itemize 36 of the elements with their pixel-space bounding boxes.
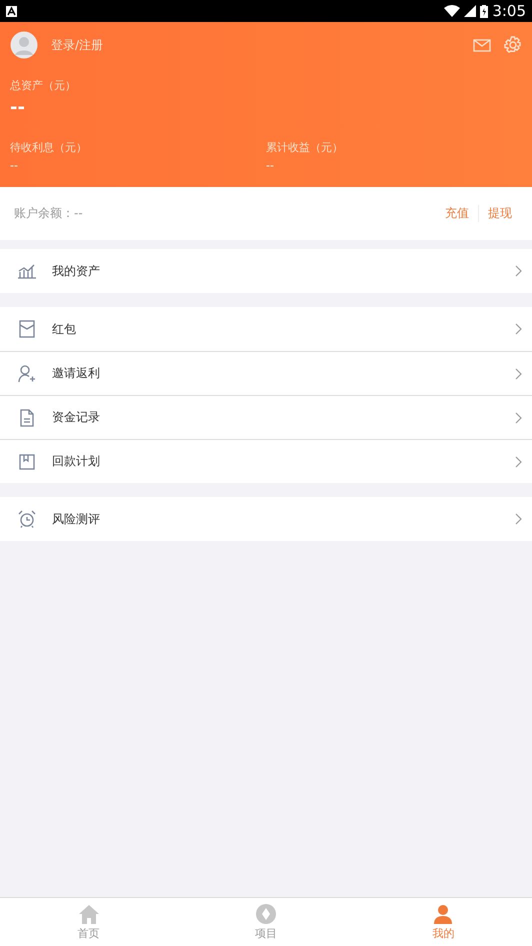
coin-icon [256,904,276,924]
person-add-icon [18,364,36,382]
alarm-clock-icon [18,510,36,528]
account-balance: 账户余额：-- [14,205,84,222]
chevron-icon [515,265,522,277]
mail-icon[interactable] [473,38,491,52]
stat-value: -- [10,159,19,172]
notification-icon [6,6,17,16]
chevron-icon [515,323,522,335]
menu-item[interactable]: 红包 [0,307,532,351]
chevron-icon [515,456,522,468]
battery-icon [480,4,488,18]
chevron-icon [515,412,522,424]
menu-item[interactable]: 回款计划 [0,439,532,483]
menu-item[interactable]: 风险测评 [0,497,532,541]
chevron-icon [515,368,522,380]
wifi-icon [444,5,460,17]
person-icon [433,904,454,924]
chart-icon [17,263,37,279]
stat-label: 待收利息（元） [10,140,88,155]
stat-value: -- [266,159,275,172]
menu-item[interactable]: 我的资产 [0,249,532,293]
home-icon [78,904,100,924]
bookmark-icon [19,454,35,470]
clock: 3:05 [492,2,526,20]
chevron-icon [515,513,522,525]
total-assets-value: -- [10,97,26,118]
total-assets-label: 总资产（元） [10,78,77,93]
stat-label: 累计收益（元） [266,140,344,155]
menu-item[interactable]: 邀请返利 [0,351,532,395]
avatar[interactable] [10,31,38,59]
document-icon [20,408,34,426]
settings-icon[interactable] [504,36,522,54]
envelope-icon [19,320,35,338]
menu-item[interactable]: 资金记录 [0,395,532,439]
signal-icon [464,5,476,17]
